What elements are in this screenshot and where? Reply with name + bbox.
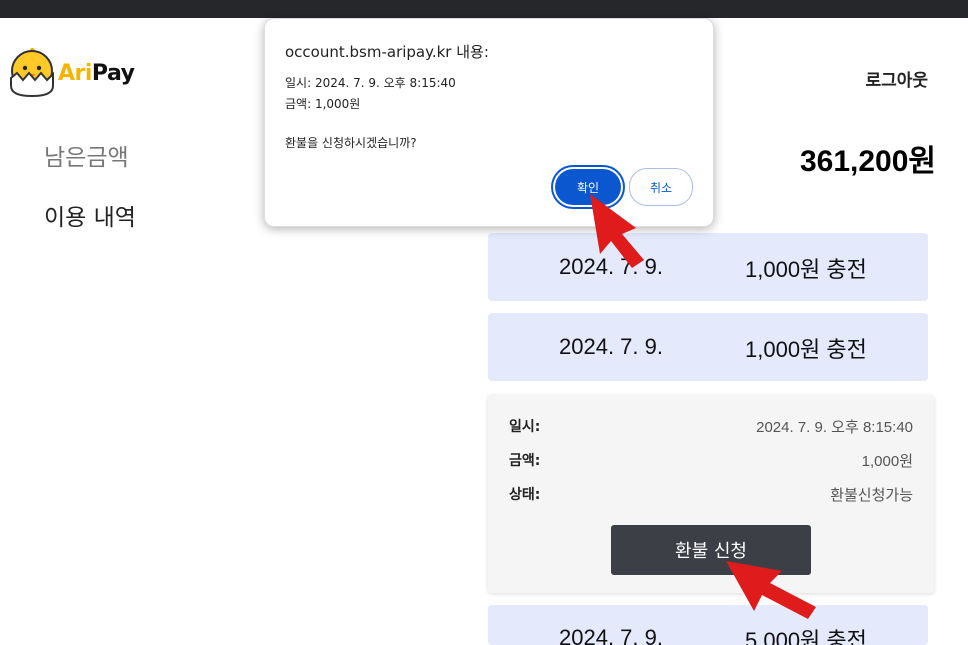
history-item[interactable]: 2024. 7. 9. 1,000원 충전 — [488, 233, 928, 301]
history-item-date: 2024. 7. 9. — [559, 625, 663, 645]
balance-amount: 361,200원 — [799, 145, 936, 178]
history-item-date: 2024. 7. 9. — [559, 334, 663, 359]
detail-amount-label: 금액: — [509, 453, 541, 469]
history-item-amount: 1,000원 충전 — [745, 337, 867, 362]
sidebar-item-history[interactable]: 이용 내역 — [44, 198, 136, 258]
sidebar: 남은금액 이용 내역 — [44, 138, 136, 258]
logo-text: AriPay — [58, 60, 135, 86]
dialog-title: occount.bsm-aripay.kr 내용: — [285, 43, 489, 61]
red-arrow-icon — [590, 194, 644, 268]
detail-status-value: 환불신청가능 — [830, 487, 913, 504]
logo-text-pay: Pay — [91, 60, 135, 86]
detail-amount-value: 1,000원 — [861, 453, 913, 470]
history-item-detail: 일시: 2024. 7. 9. 오후 8:15:40 금액: 1,000원 상태… — [488, 395, 934, 593]
history-item[interactable]: 2024. 7. 9. 5,000원 충전 — [488, 605, 928, 645]
detail-date-value: 2024. 7. 9. 오후 8:15:40 — [756, 419, 913, 436]
dialog-line-amount: 금액: 1,000원 — [285, 97, 361, 111]
detail-status-label: 상태: — [509, 487, 541, 503]
dialog-question: 환불을 신청하시겠습니까? — [285, 136, 417, 150]
logo-text-ari: Ari — [58, 60, 92, 86]
red-arrow-icon — [726, 561, 816, 619]
browser-top-bar — [0, 0, 968, 18]
logout-link[interactable]: 로그아웃 — [865, 66, 928, 91]
chick-egg-icon — [10, 48, 54, 98]
sidebar-item-balance[interactable]: 남은금액 — [44, 138, 136, 198]
history-item[interactable]: 2024. 7. 9. 1,000원 충전 — [488, 313, 928, 381]
history-item-amount: 1,000원 충전 — [745, 257, 867, 282]
dialog-line-date: 일시: 2024. 7. 9. 오후 8:15:40 — [285, 76, 456, 90]
history-item-amount: 5,000원 충전 — [745, 628, 867, 645]
aripay-logo[interactable]: AriPay — [8, 46, 135, 100]
detail-date-label: 일시: — [509, 419, 541, 435]
